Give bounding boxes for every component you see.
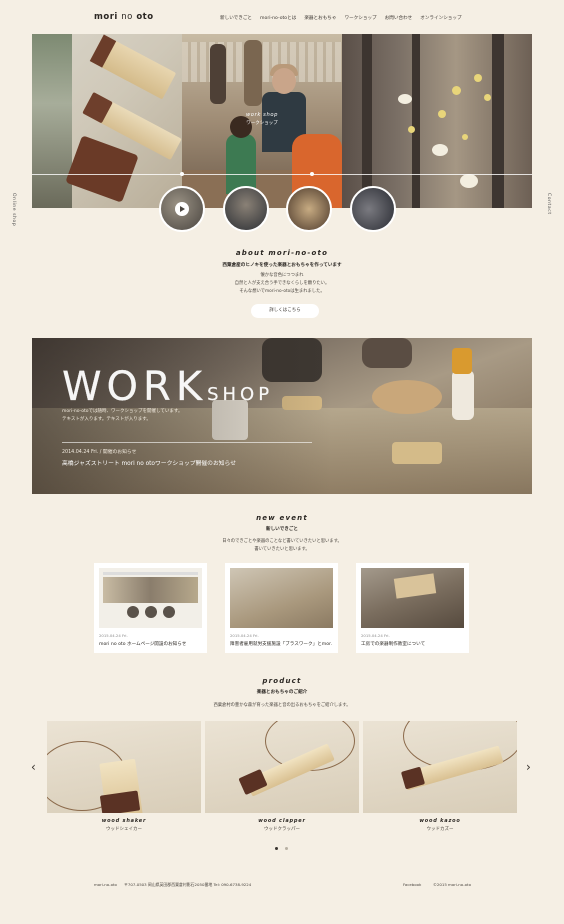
workshop-heading-small: SHOP (207, 384, 274, 405)
hero-workshop-en: work shop (245, 112, 279, 118)
news-card-date: 2015.04.24 Fri. (361, 633, 390, 638)
workshop-divider (62, 442, 312, 443)
site-header: mori no oto 新しいできごと mori-no-otoとは 楽器とおもち… (0, 0, 564, 34)
hero-workshop-jp: ワークショップ (246, 121, 278, 126)
product-image-clapper[interactable] (205, 721, 359, 813)
product-name-jp: ウッドカズー (426, 827, 454, 832)
footer-facebook-link[interactable]: Facebook (403, 882, 421, 887)
main-nav: 新しいできごと mori-no-otoとは 楽器とおもちゃ ワークショップ お問… (220, 15, 462, 21)
workshop-heading: WORKSHOP (62, 364, 273, 410)
workshop-description: mori-no-otoでは随時、ワークショップを開催しています。 テキストが入り… (62, 408, 182, 424)
about-subtitle: 西粟倉産のヒノキを使った楽器とおもちゃを作っています (222, 263, 342, 268)
news-card-image (230, 568, 333, 628)
nav-item-about[interactable]: mori-no-otoとは (260, 15, 296, 21)
logo-text-oto: oto (136, 12, 154, 22)
logo-text-no: no (121, 12, 133, 22)
hero-thumb-4[interactable] (350, 186, 396, 232)
product-body: 西粟倉村の豊かな森が育った楽器と音の出るおもちゃをご紹介します。 (213, 703, 351, 708)
about-line-3: そんな想いでmori-no-otoは生まれました。 (239, 289, 325, 294)
workshop-desc-line-1: mori-no-otoでは随時、ワークショップを開催しています。 (62, 409, 183, 414)
about-title: about mori-no-oto (235, 249, 329, 257)
news-body-line-1: 日々のできごとや楽器のことなど書いていきたいと思います。 (222, 539, 342, 544)
about-body: 懐かな音色につつまれ 自然と人が支え合う手できなくらしを願りたい。 そんな想いで… (0, 272, 564, 296)
nav-item-workshop[interactable]: ワークショップ (344, 15, 376, 21)
news-body: 日々のできごとや楽器のことなど書いていきたいと思います。 書いていきたいと思いま… (0, 538, 564, 554)
product-pager-dot-active[interactable] (275, 847, 278, 850)
product-subtitle: 楽器とおもちゃのご紹介 (256, 690, 308, 695)
hero-image-forest (342, 34, 532, 208)
hero-image-instruments (32, 34, 182, 208)
online-shop-side-link[interactable]: Online shop (11, 193, 16, 226)
workshop-news-link[interactable]: 高橋ジャズストリート mori no otoワークショップ開催のお知らせ (62, 458, 236, 467)
contact-side-link[interactable]: Contact (546, 193, 551, 215)
product-image-shaker[interactable] (47, 721, 201, 813)
about-more-button[interactable]: 詳しくはこちら (251, 304, 319, 318)
workshop-desc-line-2: テキストが入ります。テキストが入ります。 (62, 417, 151, 422)
news-card[interactable]: 2015.04.24 Fri. mori no oto ホームページ開設のお知ら… (94, 563, 207, 653)
news-card-title[interactable]: 工房での楽器制作教室について (361, 641, 464, 647)
play-icon (175, 202, 189, 216)
workshop-news-date: 2014.04.24 Fri. / 開催のお知らせ (62, 450, 137, 455)
workshop-heading-big: WORK (62, 364, 208, 410)
chevron-right-icon[interactable]: › (526, 760, 531, 774)
footer-address: 〒707-0503 岡山県英田郡西粟倉村影石2050番地 Tel: 090-67… (124, 882, 252, 887)
footer-brand: mori-no-oto (94, 882, 117, 887)
hero-thumb-video[interactable] (159, 186, 205, 232)
about-line-1: 懐かな音色につつまれ (260, 273, 304, 278)
chevron-left-icon[interactable]: ‹ (31, 760, 36, 774)
news-card[interactable]: 2015.04.24 Fri. 工房での楽器制作教室について (356, 563, 469, 653)
product-name-en: wood shaker (101, 818, 147, 824)
nav-item-contact[interactable]: お問い合わせ (385, 15, 413, 21)
news-card-date: 2015.04.24 Fri. (99, 633, 128, 638)
nav-item-shop[interactable]: オンラインショップ (420, 15, 461, 21)
news-body-line-2: 書いていきたいと思います。 (254, 547, 310, 552)
product-name-jp: ウッドクラッパー (264, 827, 300, 832)
nav-item-products[interactable]: 楽器とおもちゃ (304, 15, 336, 21)
nav-item-news[interactable]: 新しいできごと (220, 15, 252, 21)
hero-slider: work shop ワークショップ (32, 34, 532, 208)
product-name-jp: ウッドシェイカー (106, 827, 142, 832)
product-image-kazoo[interactable] (363, 721, 517, 813)
news-card-date: 2015.04.24 Fri. (230, 633, 259, 638)
logo-text-mori: mori (94, 12, 118, 22)
news-title: new event (256, 514, 308, 522)
news-card-image (361, 568, 464, 628)
product-title: product (262, 677, 302, 685)
news-card-title[interactable]: 障害者雇用就労支援施設「ブラスワーク」とmor… (230, 641, 333, 647)
product-pager-dot[interactable] (285, 847, 288, 850)
footer-copyright: ©2015 mori-no-oto (433, 882, 471, 887)
hero-thumb-2[interactable] (223, 186, 269, 232)
hero-image-workshop[interactable]: work shop ワークショップ (182, 34, 342, 208)
workshop-banner[interactable]: WORKSHOP mori-no-otoでは随時、ワークショップを開催しています… (32, 338, 532, 494)
about-line-2: 自然と人が支え合う手できなくらしを願りたい。 (234, 281, 330, 286)
site-logo[interactable]: mori no oto (94, 12, 154, 22)
product-name-en: wood clapper (258, 818, 306, 824)
product-name-en: wood kazoo (419, 818, 461, 824)
news-card[interactable]: 2015.04.24 Fri. 障害者雇用就労支援施設「ブラスワーク」とmor… (225, 563, 338, 653)
news-subtitle: 新しいできごと (265, 527, 299, 532)
hero-workshop-caption: work shop ワークショップ (182, 112, 342, 126)
news-card-title[interactable]: mori no oto ホームページ開設のお知らせ (99, 641, 202, 647)
news-card-image (99, 568, 202, 628)
hero-thumb-3[interactable] (286, 186, 332, 232)
